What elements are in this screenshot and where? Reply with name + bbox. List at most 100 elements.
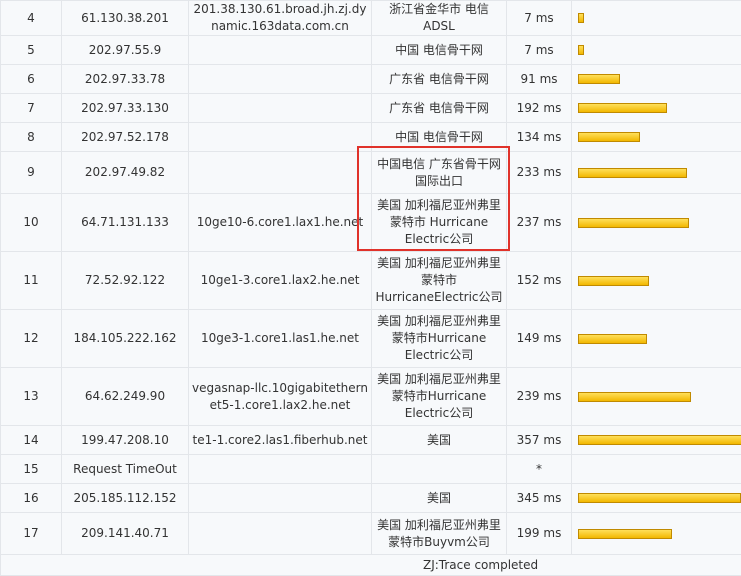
hop-ip: Request TimeOut [62,455,189,484]
trace-status: ZJ:Trace completed [3,555,741,575]
hop-row: 8202.97.52.178 中国 电信骨干网134 ms [1,123,741,152]
hop-hostname [189,65,372,94]
hop-latency: 152 ms [507,252,572,310]
hop-ip: 199.47.208.10 [62,426,189,455]
hop-number: 11 [1,252,62,310]
hop-ip: 202.97.55.9 [62,36,189,65]
hop-number: 17 [1,513,62,555]
hop-latency: 345 ms [507,484,572,513]
latency-bar-cell [572,94,741,123]
latency-bar [578,276,649,286]
hop-number: 8 [1,123,62,152]
latency-bar [578,334,647,344]
hop-hostname [189,152,372,194]
hop-number: 14 [1,426,62,455]
hop-ip: 184.105.222.162 [62,310,189,368]
latency-bar [578,435,741,445]
hop-hostname: 201.38.130.61.broad.jh.zj.dynamic.163dat… [189,1,372,36]
hop-location: 广东省 电信骨干网 [372,65,507,94]
hop-latency: 7 ms [507,36,572,65]
footer-row: ZJ:Trace completed [1,555,741,576]
hop-row: 9202.97.49.82中国电信 广东省骨干网 国际出口233 ms [1,152,741,194]
latency-bar-cell [572,368,741,426]
hop-ip: 202.97.52.178 [62,123,189,152]
latency-bar [578,74,620,84]
hop-hostname [189,94,372,123]
hop-row: 1364.62.249.90vegasnap-llc.10gigabitethe… [1,368,741,426]
hop-ip: 209.141.40.71 [62,513,189,555]
hop-latency: 91 ms [507,65,572,94]
hop-location: 浙江省金华市 电信ADSL [372,1,507,36]
latency-bar [578,132,640,142]
traceroute-body: 461.130.38.201201.38.130.61.broad.jh.zj.… [1,1,741,555]
hop-row: 15Request TimeOut* [1,455,741,484]
footer-cell: ZJ:Trace completed [1,555,741,576]
hop-number: 16 [1,484,62,513]
hop-ip: 64.62.249.90 [62,368,189,426]
hop-location: 美国 [372,484,507,513]
hop-row: 14199.47.208.10te1-1.core2.las1.fiberhub… [1,426,741,455]
latency-bar-cell [572,152,741,194]
hop-ip: 61.130.38.201 [62,1,189,36]
hop-hostname: 10ge3-1.core1.las1.he.net [189,310,372,368]
latency-bar-cell [572,426,741,455]
hop-location: 广东省 电信骨干网 [372,94,507,123]
hop-number: 7 [1,94,62,123]
hop-location: 中国 电信骨干网 [372,36,507,65]
hop-latency: 239 ms [507,368,572,426]
hop-row: 5202.97.55.9 中国 电信骨干网7 ms [1,36,741,65]
hop-hostname: te1-1.core2.las1.fiberhub.net [189,426,372,455]
hop-hostname [189,513,372,555]
latency-bar-cell [572,455,741,484]
latency-bar-cell [572,513,741,555]
hop-hostname [189,455,372,484]
hop-location: 美国 [372,426,507,455]
hop-location: 美国 加利福尼亚州弗里蒙特市HurricaneElectric公司 [372,252,507,310]
hop-number: 6 [1,65,62,94]
hop-row: 1172.52.92.12210ge1-3.core1.lax2.he.net美… [1,252,741,310]
hop-latency: 192 ms [507,94,572,123]
latency-bar [578,103,667,113]
latency-bar-cell [572,36,741,65]
latency-bar-cell [572,123,741,152]
hop-latency: 199 ms [507,513,572,555]
hop-location: 中国电信 广东省骨干网 国际出口 [372,152,507,194]
hop-row: 17209.141.40.71 美国 加利福尼亚州弗里蒙特市Buyvm公司199 … [1,513,741,555]
hop-number: 12 [1,310,62,368]
hop-row: 12184.105.222.16210ge3-1.core1.las1.he.n… [1,310,741,368]
hop-hostname: vegasnap-llc.10gigabitethernet5-1.core1.… [189,368,372,426]
hop-ip: 202.97.33.78 [62,65,189,94]
hop-ip: 205.185.112.152 [62,484,189,513]
hop-hostname: 10ge1-3.core1.lax2.he.net [189,252,372,310]
hop-row: 461.130.38.201201.38.130.61.broad.jh.zj.… [1,1,741,36]
latency-bar [578,392,691,402]
latency-bar-cell [572,252,741,310]
hop-ip: 64.71.131.133 [62,194,189,252]
latency-bar [578,529,672,539]
hop-hostname [189,484,372,513]
hop-latency: * [507,455,572,484]
latency-bar [578,13,584,23]
hop-row: 6202.97.33.78 广东省 电信骨干网91 ms [1,65,741,94]
hop-ip: 202.97.49.82 [62,152,189,194]
hop-hostname [189,36,372,65]
hop-number: 9 [1,152,62,194]
latency-bar-cell [572,65,741,94]
latency-bar [578,45,584,55]
hop-location: 美国 加利福尼亚州弗里蒙特市Hurricane Electric公司 [372,310,507,368]
hop-hostname [189,123,372,152]
hop-location: 美国 加利福尼亚州弗里蒙特市Buyvm公司 [372,513,507,555]
hop-number: 4 [1,1,62,36]
latency-bar [578,218,689,228]
hop-location: 中国 电信骨干网 [372,123,507,152]
hop-number: 5 [1,36,62,65]
hop-latency: 7 ms [507,1,572,36]
hop-location: 美国 加利福尼亚州弗里蒙特市 Hurricane Electric公司 [372,194,507,252]
hop-location [372,455,507,484]
latency-bar-cell [572,1,741,36]
hop-latency: 357 ms [507,426,572,455]
hop-latency: 134 ms [507,123,572,152]
latency-bar-cell [572,484,741,513]
latency-bar-cell [572,310,741,368]
hop-row: 1064.71.131.13310ge10-6.core1.lax1.he.ne… [1,194,741,252]
